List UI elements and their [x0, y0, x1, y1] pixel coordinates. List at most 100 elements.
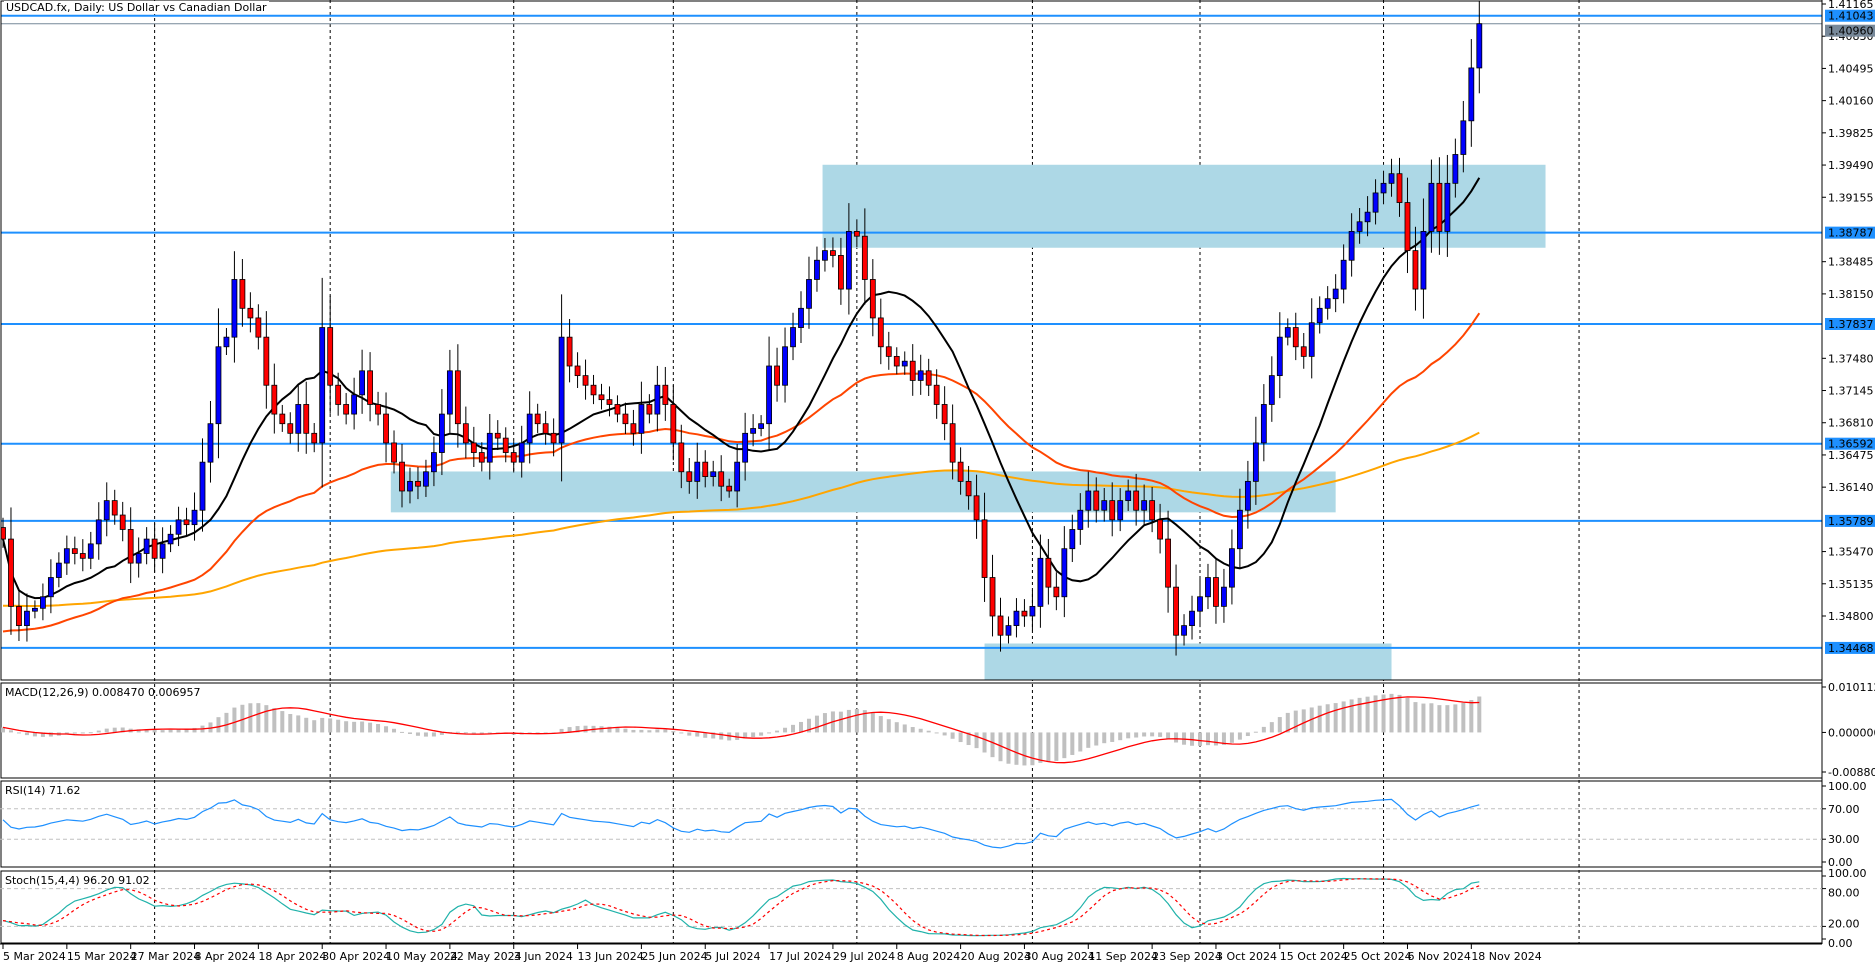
candle [391, 430, 397, 474]
candle-body [183, 519, 190, 526]
candle-body [742, 432, 749, 463]
candle-body [1093, 490, 1100, 511]
candle-body [1133, 490, 1140, 511]
candle [1053, 572, 1060, 611]
candle-body [1149, 500, 1156, 521]
candle-body [470, 442, 477, 453]
macd-histogram-bar [814, 715, 819, 733]
macd-histogram-bar [152, 730, 157, 733]
candle [24, 593, 30, 642]
candle [901, 351, 908, 375]
candle-body [24, 610, 30, 627]
candle-body [1077, 509, 1084, 530]
candle-body [383, 413, 389, 444]
candle [534, 403, 541, 433]
candle-body [87, 543, 94, 559]
rsi-panel-border [0, 780, 1823, 868]
date-tick-label: 13 Jun 2024 [578, 950, 644, 963]
macd-histogram-bar [1014, 732, 1019, 765]
candle-body [893, 355, 900, 367]
candle [151, 523, 158, 573]
candle [87, 531, 94, 570]
candle [199, 438, 206, 532]
candle-body [1348, 230, 1355, 261]
candle-body [127, 529, 134, 564]
macd-histogram-bar [982, 732, 987, 753]
candle [646, 394, 653, 424]
candle-body [686, 471, 693, 482]
candle [1276, 312, 1283, 399]
price-tick-label: 1.37145 [1828, 385, 1874, 398]
candle [806, 256, 812, 329]
candle-body [423, 471, 429, 487]
macd-histogram-bar [288, 713, 293, 733]
rsi-axis-label: 70.00 [1828, 803, 1860, 816]
macd-histogram-bar [312, 720, 317, 733]
candle-body [989, 577, 996, 617]
candle-body [662, 384, 669, 405]
candle-body [1244, 480, 1251, 511]
date-tick-label: 11 Sep 2024 [1088, 950, 1158, 963]
candle-body [614, 404, 621, 415]
candle-body [1053, 586, 1060, 598]
candle-body [830, 250, 836, 256]
level-price-label: 1.34468 [1828, 642, 1874, 655]
macd-histogram-bar [838, 711, 843, 733]
macd-histogram-bar [1341, 701, 1346, 733]
candle [558, 294, 565, 482]
candle [1221, 568, 1227, 623]
date-tick-label: 30 Apr 2024 [322, 950, 390, 963]
candle-body [303, 404, 310, 434]
candle-body [566, 336, 573, 367]
macd-histogram-bar [886, 719, 891, 733]
macd-histogram-bar [631, 729, 636, 733]
candle-body [622, 413, 629, 425]
candle-body [885, 346, 892, 357]
candle-body [311, 432, 318, 444]
candle [486, 413, 493, 480]
macd-histogram-bar [1205, 732, 1210, 746]
candle-body [1197, 596, 1203, 612]
candle-body [901, 360, 908, 367]
candle-body [1117, 500, 1124, 521]
price-tick-label: 1.40160 [1828, 95, 1874, 108]
date-tick-label: 29 Jul 2024 [833, 950, 895, 963]
macd-histogram-bar [1102, 732, 1107, 744]
candle [1021, 599, 1028, 627]
candle [454, 344, 461, 448]
candle-body [63, 548, 70, 564]
candle-body [973, 495, 980, 521]
candle-body [630, 423, 637, 434]
candle-body [1029, 605, 1036, 617]
macd-histogram-bar [328, 718, 333, 733]
candle [909, 344, 916, 396]
macd-histogram-bar [1086, 732, 1091, 748]
candle [670, 385, 677, 461]
candle [462, 406, 469, 459]
rsi-line [2, 798, 1480, 849]
macd-histogram-bar [1405, 697, 1410, 733]
candle [1284, 318, 1291, 346]
candle [367, 352, 373, 422]
candle-body [1085, 490, 1092, 511]
candle-body [1428, 182, 1435, 232]
level-price-label: 1.36592 [1828, 438, 1874, 451]
level-price-label: 1.37837 [1828, 318, 1874, 331]
candle [1205, 563, 1211, 610]
candle [79, 539, 86, 572]
date-tick-label: 18 Apr 2024 [258, 950, 326, 963]
macd-histogram-bar [1150, 732, 1155, 737]
candle-body [239, 279, 246, 309]
candle-body [1173, 586, 1179, 636]
candle-body [8, 538, 14, 607]
macd-histogram-bar [663, 729, 668, 733]
candle-body [1181, 625, 1187, 636]
macd-histogram-bar [1317, 705, 1322, 733]
candle-body [853, 230, 860, 237]
candle-body [1125, 490, 1132, 502]
macd-histogram-bar [1325, 704, 1330, 733]
candle-body [1229, 548, 1235, 588]
price-panel-border [0, 0, 1823, 681]
macd-histogram-bar [168, 729, 173, 733]
macd-histogram-bar [1253, 731, 1258, 733]
